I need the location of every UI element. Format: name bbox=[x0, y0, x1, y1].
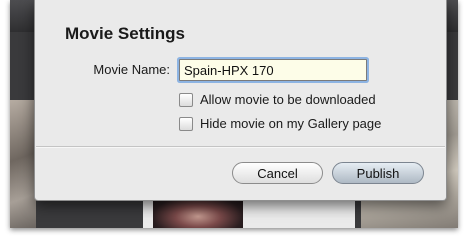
allow-download-checkbox[interactable] bbox=[179, 92, 193, 107]
allow-download-label[interactable]: Allow movie to be downloaded bbox=[200, 92, 376, 107]
publish-button[interactable]: Publish bbox=[332, 162, 424, 184]
movie-name-label: Movie Name: bbox=[93, 62, 170, 77]
movie-name-input[interactable] bbox=[179, 59, 367, 81]
dialog-divider bbox=[36, 146, 445, 148]
hide-on-gallery-label[interactable]: Hide movie on my Gallery page bbox=[200, 116, 381, 131]
hide-on-gallery-checkbox[interactable] bbox=[179, 116, 193, 131]
movie-settings-dialog: Movie Settings Movie Name: Allow movie t… bbox=[34, 0, 447, 201]
hide-on-gallery-option[interactable]: Hide movie on my Gallery page bbox=[179, 116, 381, 131]
app-window-background: Movie Settings Movie Name: Allow movie t… bbox=[10, 0, 458, 228]
allow-download-option[interactable]: Allow movie to be downloaded bbox=[179, 92, 376, 107]
dialog-title: Movie Settings bbox=[65, 24, 185, 43]
cancel-button[interactable]: Cancel bbox=[232, 162, 323, 184]
gallery-thumbnail-left bbox=[10, 100, 36, 228]
